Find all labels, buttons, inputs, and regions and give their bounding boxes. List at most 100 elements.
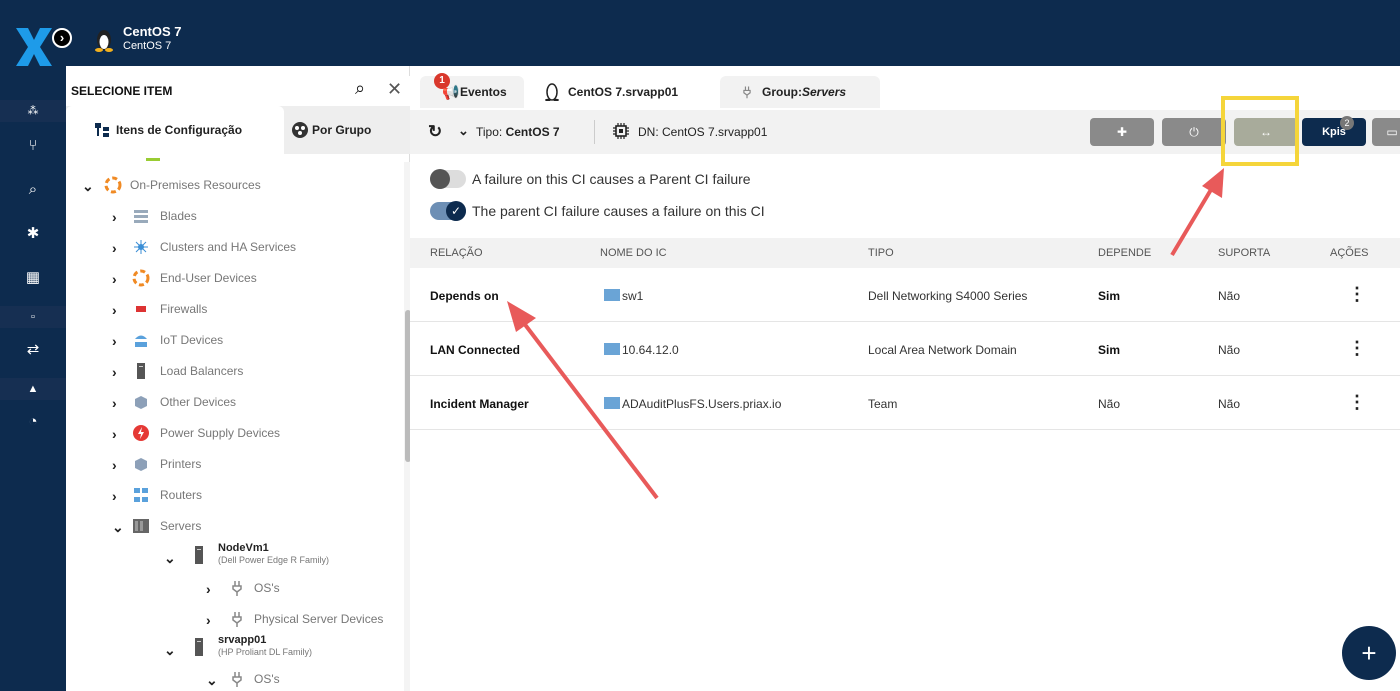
cluster-icon	[134, 240, 148, 254]
panel-title: SELECIONE ITEM	[71, 84, 173, 98]
tab-group[interactable]: Group:Servers	[720, 76, 880, 108]
tab-config-items[interactable]: Itens de Configuração	[66, 106, 284, 154]
check-icon: ✓	[446, 201, 466, 221]
group-icon	[292, 122, 308, 138]
ci-tree: ⌄ On-Premises Resources › Blades › Clust…	[66, 154, 404, 691]
tab-group-name: Servers	[802, 85, 847, 99]
gear-icon[interactable]: ✱	[21, 222, 45, 246]
tab-events-label: Eventos	[460, 85, 507, 99]
onprem-icon	[104, 176, 122, 194]
kpis-button[interactable]: Kpis	[1302, 118, 1366, 146]
megaphone-icon: 📢	[442, 84, 460, 100]
more-actions-icon[interactable]: ⋮	[1348, 284, 1366, 305]
nav-group-header: ⁂	[0, 100, 66, 122]
other-devices-icon	[135, 396, 147, 409]
add-button[interactable]: +	[1342, 626, 1396, 680]
table-row[interactable]: LAN Connected 10.64.12.0 Local Area Netw…	[410, 322, 1400, 376]
gauge-icon[interactable]: ◔	[21, 410, 45, 434]
toggle-knob	[430, 169, 450, 189]
power-button[interactable]: ⏻	[1162, 118, 1226, 146]
ci-link[interactable]: ADAuditPlusFS.Users.priax.io	[604, 397, 781, 411]
firewall-icon	[136, 306, 146, 312]
tab-events[interactable]: 1 📢 Eventos	[420, 73, 524, 108]
plug-icon	[232, 581, 242, 596]
zoom-search-icon[interactable]: ⌕	[21, 178, 45, 202]
child-failure-label: The parent CI failure causes a failure o…	[472, 203, 765, 219]
servers-icon	[133, 519, 149, 533]
parent-failure-toggle[interactable]	[430, 169, 466, 189]
kpis-badge: 2	[1340, 116, 1354, 130]
hierarchy-icon	[95, 123, 109, 137]
linux-penguin-icon	[95, 30, 113, 52]
refresh-icon[interactable]: ↻	[428, 122, 442, 142]
main-content: 1 📢 Eventos CentOS 7.srvapp01 Group:Serv…	[410, 66, 1400, 691]
expand-chevron-icon[interactable]: ›	[52, 28, 72, 48]
tab-ci-label: CentOS 7.srvapp01	[568, 85, 679, 99]
server-icon	[195, 638, 203, 656]
ci-title: CentOS 7	[123, 24, 182, 39]
table-header: RELAÇÃO NOME DO IC TIPO DEPENDE SUPORTA …	[410, 238, 1400, 268]
puzzle-icon: ✚	[1116, 125, 1128, 139]
col-ci-name[interactable]: NOME DO IC	[600, 247, 667, 259]
note-icon: ▭	[1386, 125, 1398, 139]
ci-link[interactable]: sw1	[604, 289, 643, 303]
note-button[interactable]: ▭	[1372, 118, 1400, 146]
ci-subtitle: CentOS 7	[123, 40, 172, 52]
blades-icon	[134, 210, 148, 223]
col-relation[interactable]: RELAÇÃO	[430, 247, 483, 259]
parent-failure-label: A failure on this CI causes a Parent CI …	[472, 171, 751, 187]
highlight-box	[1221, 96, 1299, 166]
tab-group-prefix: Group:	[762, 85, 802, 99]
tab-by-group[interactable]: Por Grupo	[284, 106, 410, 154]
tab-ci[interactable]: CentOS 7.srvapp01	[528, 76, 716, 108]
chevron-down-icon[interactable]: ⌄	[458, 123, 469, 139]
table-row[interactable]: Incident Manager ADAuditPlusFS.Users.pri…	[410, 376, 1400, 430]
power-icon	[133, 425, 149, 441]
user-icon[interactable]: ▲	[0, 378, 66, 400]
more-actions-icon[interactable]: ⋮	[1348, 392, 1366, 413]
printer-icon	[135, 458, 147, 471]
panel-tabs: Itens de Configuração Por Grupo	[66, 106, 410, 154]
left-nav: ⁂ ⑂ ⌕ ✱ ▦ ▫ ⇄ ▲ ◔	[0, 66, 66, 691]
col-actions: AÇÕES	[1330, 247, 1369, 259]
type-label: Tipo: CentOS 7	[476, 125, 560, 139]
search-icon[interactable]: ⌕	[355, 78, 365, 99]
tab-config-items-label: Itens de Configuração	[116, 123, 243, 137]
dn-label: DN: CentOS 7.srvapp01	[638, 125, 768, 139]
ci-link[interactable]: 10.64.12.0	[604, 343, 679, 357]
power-icon: ⏻	[1189, 125, 1199, 139]
col-depends[interactable]: DEPENDE	[1098, 247, 1151, 259]
chip-icon	[613, 123, 629, 139]
doc-icon[interactable]: ▫	[0, 306, 66, 328]
linux-penguin-icon	[545, 83, 559, 101]
puzzle-button[interactable]: ✚	[1090, 118, 1154, 146]
server-icon	[195, 546, 203, 564]
tab-by-group-label: Por Grupo	[312, 123, 372, 137]
plug-icon	[743, 86, 751, 99]
tree-item-partial	[146, 158, 160, 161]
plug-icon	[232, 612, 242, 627]
x-logo[interactable]	[14, 28, 54, 66]
image-icon	[604, 289, 620, 301]
table-row[interactable]: Depends on sw1 Dell Networking S4000 Ser…	[410, 268, 1400, 322]
tree-item[interactable]: ⌄ srvapp01 (HP Proliant DL Family)	[162, 634, 402, 664]
iot-icon	[135, 335, 147, 347]
close-icon[interactable]: ✕	[387, 79, 402, 100]
panel-header: SELECIONE ITEM ⌕ ✕	[66, 76, 410, 106]
tree-item[interactable]: ⌄ NodeVm1 (Dell Power Edge R Family)	[162, 542, 402, 572]
top-bar: › CentOS 7 CentOS 7	[0, 0, 1400, 66]
end-user-icon	[132, 269, 150, 287]
split-icon[interactable]: ⇄	[21, 338, 45, 362]
col-type[interactable]: TIPO	[868, 247, 894, 259]
topology-icon[interactable]: ⑂	[21, 134, 45, 158]
more-actions-icon[interactable]: ⋮	[1348, 338, 1366, 359]
child-failure-toggle[interactable]: ✓	[430, 201, 466, 221]
image-icon	[604, 397, 620, 409]
type-value: CentOS 7	[505, 125, 560, 139]
col-supports[interactable]: SUPORTA	[1218, 247, 1270, 259]
image-icon	[604, 343, 620, 355]
grid-icon[interactable]: ▦	[21, 266, 45, 290]
select-item-panel: SELECIONE ITEM ⌕ ✕ Itens de Configuração…	[66, 66, 411, 691]
plug-icon	[232, 672, 242, 687]
load-balancer-icon	[137, 363, 145, 379]
